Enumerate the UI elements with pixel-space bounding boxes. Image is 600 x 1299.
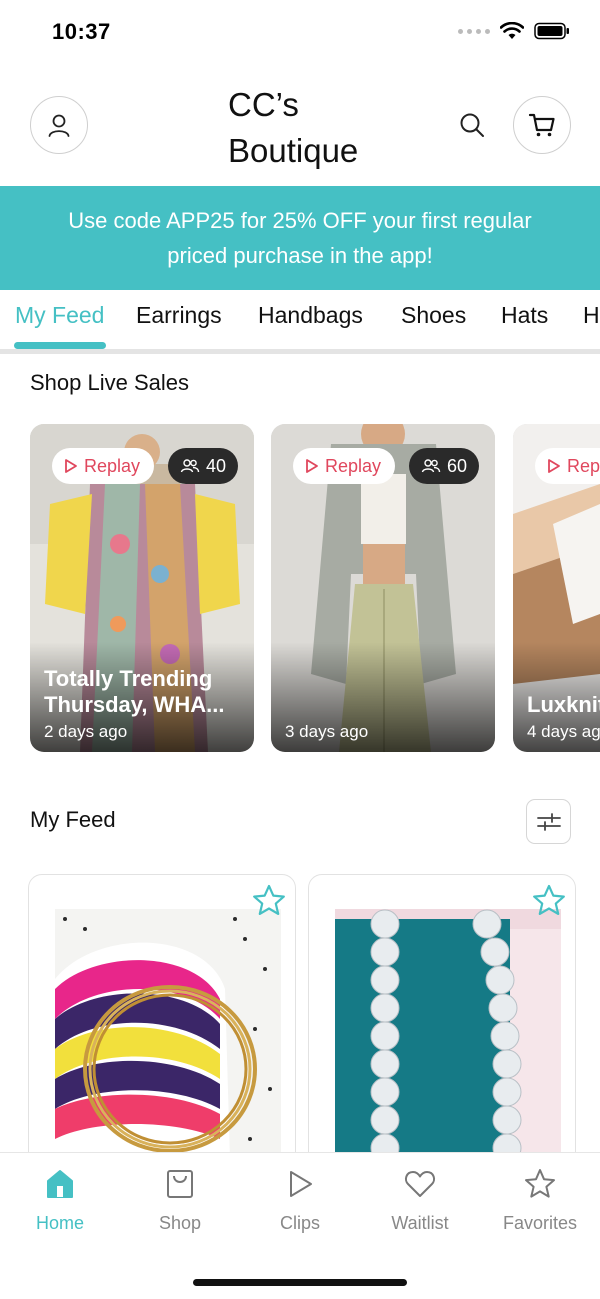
replay-label: Rep [567, 455, 600, 476]
star-icon [525, 1169, 555, 1198]
search-icon [460, 113, 484, 137]
brand-title-line1: CC’s [228, 86, 299, 123]
promo-text: Use code APP25 for 25% OFF your first re… [68, 208, 532, 268]
cart-button[interactable] [513, 96, 571, 154]
shopping-bag-icon [167, 1170, 193, 1198]
tab-my-feed[interactable]: My Feed [15, 302, 104, 329]
product-card[interactable] [28, 874, 296, 1174]
viewer-count: 40 [206, 455, 227, 476]
user-icon [48, 114, 70, 137]
favorite-star-icon[interactable] [251, 883, 287, 919]
signal-icon [458, 28, 490, 34]
nav-waitlist[interactable]: Waitlist [360, 1167, 480, 1234]
live-sale-card[interactable]: Replay 40 Totally Trending Thursday, WHA… [30, 424, 254, 752]
bottom-nav: Home Shop Clips Waitlist Favorites [0, 1152, 600, 1299]
favorite-star-icon[interactable] [531, 883, 567, 919]
live-sale-title: Luxknit Umgee [527, 692, 600, 717]
viewers-icon [421, 459, 441, 473]
live-sale-title: Totally Trending Thursday, WHA... [44, 666, 225, 717]
replay-badge[interactable]: Rep [535, 448, 600, 484]
nav-favorites[interactable]: Favorites [480, 1167, 600, 1234]
brand-title-line2: Boutique [228, 132, 359, 169]
play-outline-icon [306, 459, 318, 473]
viewers-icon [180, 459, 200, 473]
feed-title: My Feed [30, 807, 116, 832]
product-image [55, 909, 281, 1169]
replay-label: Replay [84, 455, 141, 476]
play-outline-icon [65, 459, 77, 473]
play-outline-icon [548, 459, 560, 473]
tab-handbags[interactable]: Handbags [258, 302, 363, 329]
live-sale-time: 3 days ago [285, 722, 369, 741]
replay-badge[interactable]: Replay [293, 448, 396, 484]
replay-badge[interactable]: Replay [52, 448, 155, 484]
tab-shoes[interactable]: Shoes [401, 302, 466, 329]
nav-shop[interactable]: Shop [120, 1167, 240, 1234]
nav-home[interactable]: Home [0, 1167, 120, 1234]
nav-clips[interactable]: Clips [240, 1167, 360, 1234]
active-tab-indicator [14, 342, 106, 349]
live-sale-card[interactable]: Replay 60 3 days ago [271, 424, 495, 752]
live-sales-title: Shop Live Sales [30, 370, 189, 395]
product-card[interactable] [308, 874, 576, 1174]
live-sale-card[interactable]: Rep Luxknit Umgee 4 days ag [513, 424, 600, 752]
live-sale-time: 2 days ago [44, 722, 128, 741]
status-bar: 10:37 [0, 0, 600, 66]
play-icon [290, 1171, 312, 1197]
viewer-count: 60 [447, 455, 468, 476]
nav-home-label: Home [35, 1213, 84, 1233]
cart-icon [528, 113, 555, 137]
nav-clips-label: Clips [279, 1213, 320, 1233]
app-header: CC’s Boutique [0, 66, 600, 186]
home-icon [47, 1170, 73, 1198]
wifi-icon [500, 22, 524, 39]
nav-favorites-label: Favorites [502, 1213, 578, 1233]
viewers-badge: 60 [409, 448, 480, 484]
status-icons [458, 22, 570, 40]
heart-icon [404, 1171, 436, 1197]
brand-title: CC’s Boutique [228, 82, 408, 174]
product-image [335, 909, 561, 1169]
viewers-badge: 40 [168, 448, 239, 484]
status-time: 10:37 [52, 19, 111, 44]
nav-waitlist-label: Waitlist [391, 1213, 449, 1233]
filter-button[interactable] [526, 799, 571, 844]
tab-hats[interactable]: Hats [501, 302, 548, 329]
tab-earrings[interactable]: Earrings [136, 302, 222, 329]
live-sale-time: 4 days ag [527, 722, 600, 741]
replay-label: Replay [325, 455, 382, 476]
home-indicator [193, 1279, 407, 1286]
sliders-icon [536, 812, 561, 831]
account-button[interactable] [30, 96, 88, 154]
battery-icon [534, 22, 569, 40]
search-button[interactable] [455, 108, 489, 142]
nav-shop-label: Shop [158, 1213, 202, 1233]
tab-more[interactable]: H [583, 302, 600, 329]
promo-banner[interactable]: Use code APP25 for 25% OFF your first re… [0, 186, 600, 290]
category-tabs: My Feed Earrings Handbags Shoes Hats H [0, 290, 600, 354]
